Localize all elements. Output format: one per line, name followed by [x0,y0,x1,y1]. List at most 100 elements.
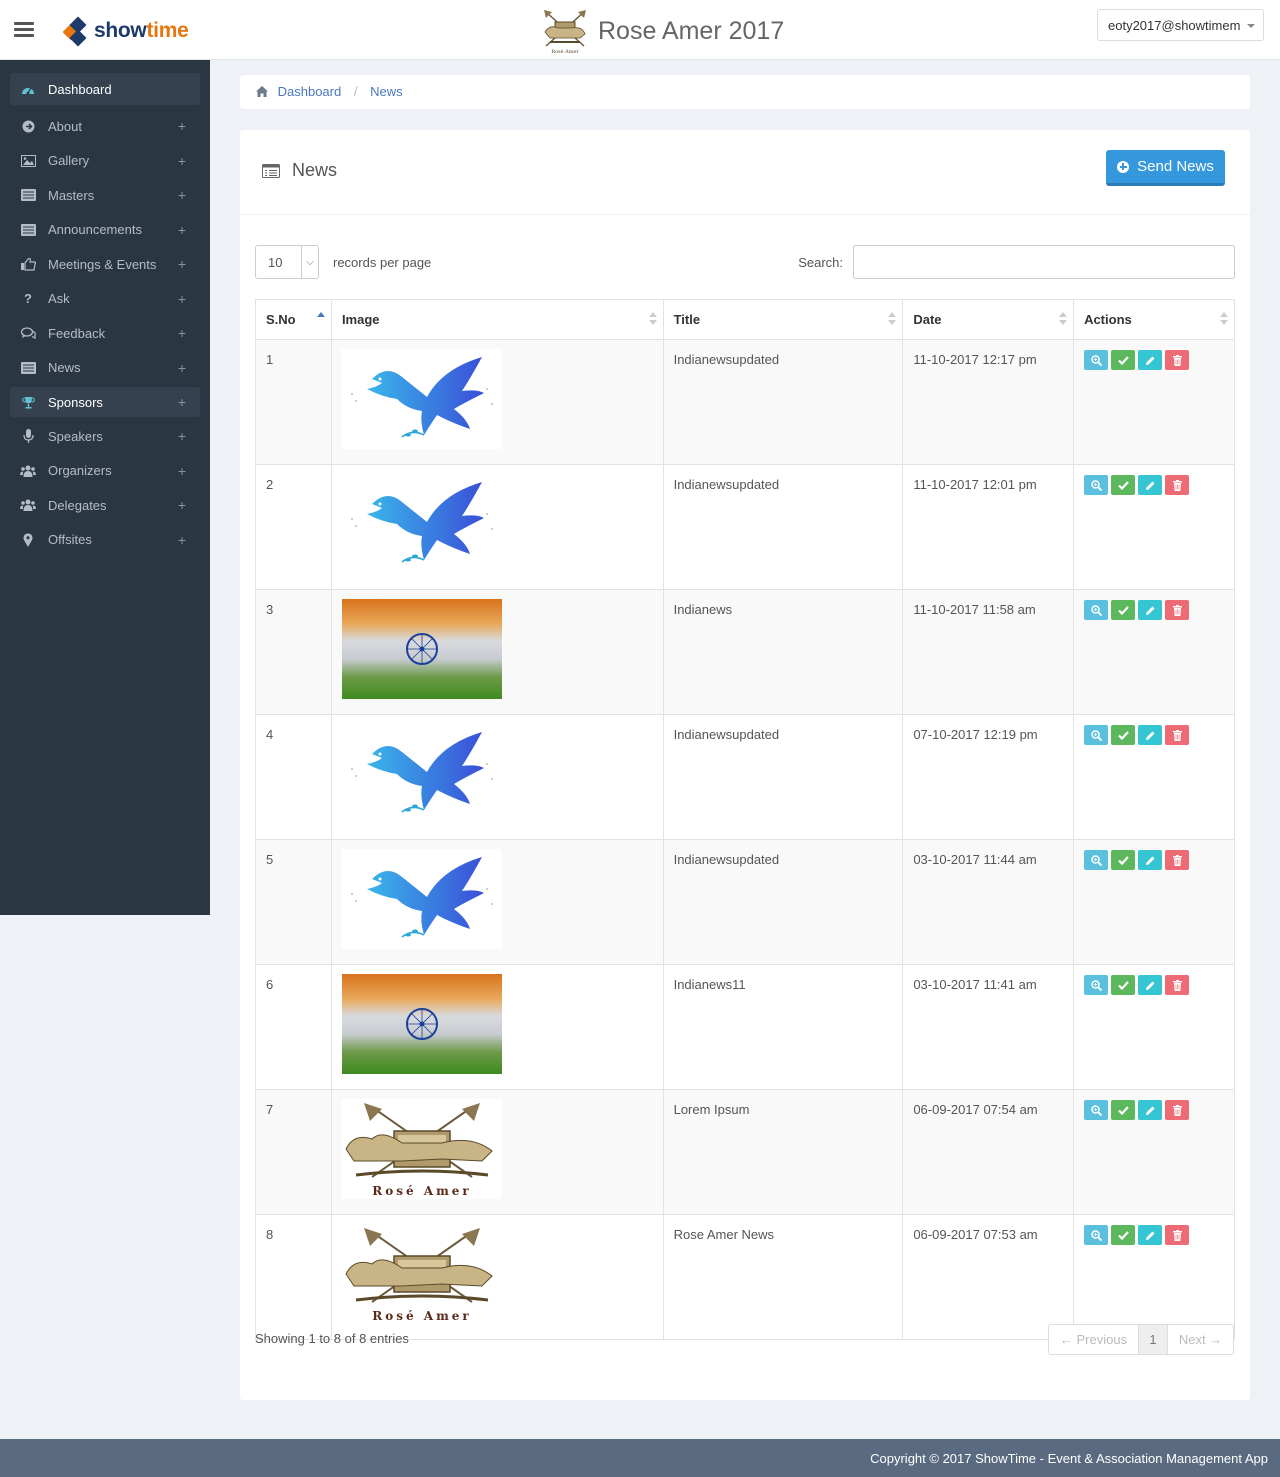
cell-title: Lorem Ipsum [662,1089,904,1215]
delete-button[interactable] [1165,350,1190,370]
delete-button[interactable] [1165,975,1190,995]
crest-logo-icon: Rosé Amer [544,10,586,55]
view-button[interactable] [1084,350,1109,370]
column-header-actions[interactable]: Actions [1073,299,1235,340]
approve-button[interactable] [1111,1100,1136,1120]
delete-button[interactable] [1165,1225,1190,1245]
approve-button[interactable] [1111,1225,1136,1245]
cell-sno: 7 [255,1089,332,1215]
delete-button[interactable] [1165,475,1190,495]
pagination-next-button[interactable]: Next → [1167,1324,1234,1355]
edit-button[interactable] [1138,475,1163,495]
approve-button[interactable] [1111,725,1136,745]
delete-button[interactable] [1165,725,1190,745]
chevron-down-icon: ⌵ [301,246,318,278]
view-button[interactable] [1084,725,1109,745]
arrow-circle-icon [20,119,36,133]
column-header-date[interactable]: Date [902,299,1075,340]
sidebar-item-announcements[interactable]: Announcements + [10,213,200,248]
edit-button[interactable] [1138,350,1163,370]
column-header-title[interactable]: Title [662,299,904,340]
expand-plus-icon: + [177,256,186,273]
records-per-page-select[interactable]: 10 ⌵ [255,245,319,279]
pencil-icon [1145,980,1156,991]
table-info: Showing 1 to 8 of 8 entries [255,1331,409,1346]
edit-button[interactable] [1138,725,1163,745]
pencil-icon [1145,355,1156,366]
approve-button[interactable] [1111,850,1136,870]
rose-amer-crest-image: Rosé Amer [341,1099,502,1199]
sidebar-item-speakers[interactable]: Speakers + [10,419,200,454]
sidebar-item-news[interactable]: News + [10,351,200,386]
sidebar-item-about[interactable]: About + [10,109,200,144]
sidebar-item-organizers[interactable]: Organizers + [10,454,200,489]
pagination-previous-button[interactable]: ← Previous [1048,1324,1139,1355]
thumbs-up-icon [20,257,36,271]
edit-button[interactable] [1138,1100,1163,1120]
cell-sno: 6 [255,964,332,1090]
edit-button[interactable] [1138,600,1163,620]
column-header-sno[interactable]: S.No [255,299,332,340]
approve-button[interactable] [1111,975,1136,995]
sidebar-item-label: Gallery [48,153,90,169]
search-input[interactable] [853,245,1235,279]
check-icon [1117,980,1129,990]
cell-actions [1073,1089,1235,1215]
expand-plus-icon: + [177,221,186,238]
expand-plus-icon: + [177,359,186,376]
records-per-page-label: records per page [333,254,432,270]
list-alt-icon [262,163,280,178]
sidebar-item-label: Meetings & Events [48,256,157,272]
view-button[interactable] [1084,1225,1109,1245]
view-button[interactable] [1084,475,1109,495]
sidebar-item-label: Sponsors [48,394,103,410]
sidebar-item-ask[interactable]: ? Ask + [10,282,200,317]
column-header-image[interactable]: Image [330,299,664,340]
sidebar-item-meetings-events[interactable]: Meetings & Events + [10,247,200,282]
pagination-page-1[interactable]: 1 [1138,1324,1168,1355]
trash-icon [1172,979,1182,991]
cell-date: 11-10-2017 11:58 am [902,589,1075,715]
cell-actions [1073,464,1235,590]
approve-button[interactable] [1111,475,1136,495]
cell-title: Indianewsupdated [662,714,904,840]
sort-icon [316,312,325,328]
approve-button[interactable] [1111,350,1136,370]
delete-button[interactable] [1165,1100,1190,1120]
edit-button[interactable] [1138,1225,1163,1245]
dove-image [341,849,502,949]
edit-button[interactable] [1138,975,1163,995]
sidebar-item-dashboard[interactable]: Dashboard [10,73,200,105]
showtime-logo[interactable]: showtime [62,14,189,48]
sidebar-item-feedback[interactable]: Feedback + [10,316,200,351]
plus-circle-icon [1117,160,1130,173]
sidebar-item-gallery[interactable]: Gallery + [10,144,200,179]
view-button[interactable] [1084,975,1109,995]
table-row: 4 Indianewsupdated 07-10-2017 12:19 pm [255,714,1235,840]
sidebar-item-sponsors[interactable]: Sponsors + [10,387,200,417]
user-menu-dropdown[interactable]: eoty2017@showtimem [1097,9,1264,41]
cell-title: Rose Amer News [662,1214,904,1340]
delete-button[interactable] [1165,600,1190,620]
sidebar-item-delegates[interactable]: Delegates + [10,488,200,523]
news-portlet: News Send News 10 ⌵ records per page Sea… [240,130,1250,1400]
approve-button[interactable] [1111,600,1136,620]
breadcrumb-dashboard-link[interactable]: Dashboard [278,84,342,99]
cell-image [330,839,664,965]
cell-title: Indianews [662,589,904,715]
check-icon [1117,605,1129,615]
menu-toggle-icon[interactable] [14,22,34,38]
event-title: Rose Amer 2017 [598,16,785,45]
delete-button[interactable] [1165,850,1190,870]
view-button[interactable] [1084,1100,1109,1120]
sidebar-item-masters[interactable]: Masters + [10,178,200,213]
send-news-button[interactable]: Send News [1106,150,1225,186]
row-actions [1084,1225,1224,1245]
view-button[interactable] [1084,850,1109,870]
view-button[interactable] [1084,600,1109,620]
table-row: 2 Indianewsupdated 11-10-2017 12:01 pm [255,464,1235,590]
edit-button[interactable] [1138,850,1163,870]
cell-date: 03-10-2017 11:44 am [902,839,1075,965]
trash-icon [1172,1104,1182,1116]
sidebar-item-offsites[interactable]: Offsites + [10,523,200,558]
